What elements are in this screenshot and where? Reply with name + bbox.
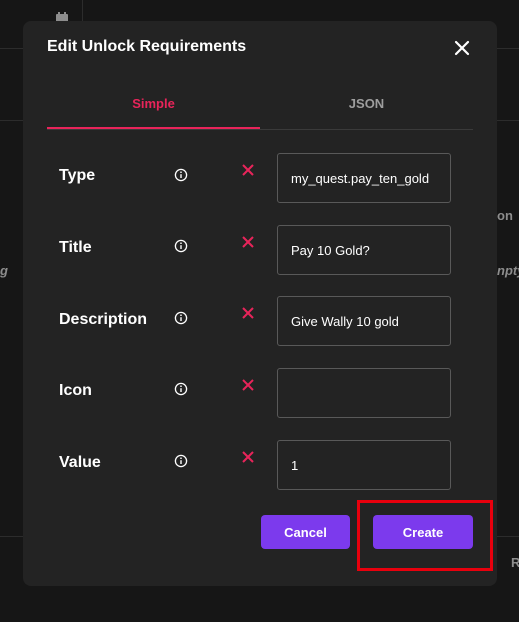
bg-label: on xyxy=(497,208,513,223)
title-field[interactable] xyxy=(277,225,451,275)
bg-divider xyxy=(497,536,519,537)
remove-x-icon[interactable] xyxy=(241,235,255,249)
remove-x-icon[interactable] xyxy=(241,450,255,464)
title-label: Title xyxy=(59,239,92,256)
type-label: Type xyxy=(59,167,96,184)
tab-simple[interactable]: Simple xyxy=(47,88,260,129)
cancel-button[interactable]: Cancel xyxy=(261,515,350,549)
info-icon[interactable] xyxy=(174,168,188,182)
value-label: Value xyxy=(59,454,101,471)
info-icon[interactable] xyxy=(174,311,188,325)
remove-x-icon[interactable] xyxy=(241,378,255,392)
close-icon[interactable] xyxy=(452,38,472,58)
tab-json[interactable]: JSON xyxy=(260,88,473,127)
bg-divider xyxy=(82,0,83,21)
bg-divider xyxy=(0,48,23,49)
create-button[interactable]: Create xyxy=(373,515,473,549)
description-label: Description xyxy=(59,311,148,328)
type-field[interactable] xyxy=(277,153,451,203)
remove-x-icon[interactable] xyxy=(241,163,255,177)
icon-label: Icon xyxy=(59,382,92,399)
tab-bar: Simple JSON xyxy=(47,88,473,130)
dialog-title: Edit Unlock Requirements xyxy=(47,38,247,55)
bg-label: g xyxy=(0,263,8,278)
bg-divider xyxy=(497,48,519,49)
info-icon[interactable] xyxy=(174,239,188,253)
description-field[interactable] xyxy=(277,296,451,346)
bg-divider xyxy=(0,536,23,537)
bg-label: R xyxy=(511,555,519,570)
bg-divider xyxy=(497,120,519,121)
remove-x-icon[interactable] xyxy=(241,306,255,320)
info-icon[interactable] xyxy=(174,454,188,468)
value-field[interactable] xyxy=(277,440,451,490)
bg-label: npty xyxy=(497,263,519,278)
info-icon[interactable] xyxy=(174,382,188,396)
bg-divider xyxy=(0,120,23,121)
icon-field[interactable] xyxy=(277,368,451,418)
edit-unlock-requirements-dialog: Edit Unlock Requirements Simple JSON Typ… xyxy=(23,21,497,586)
